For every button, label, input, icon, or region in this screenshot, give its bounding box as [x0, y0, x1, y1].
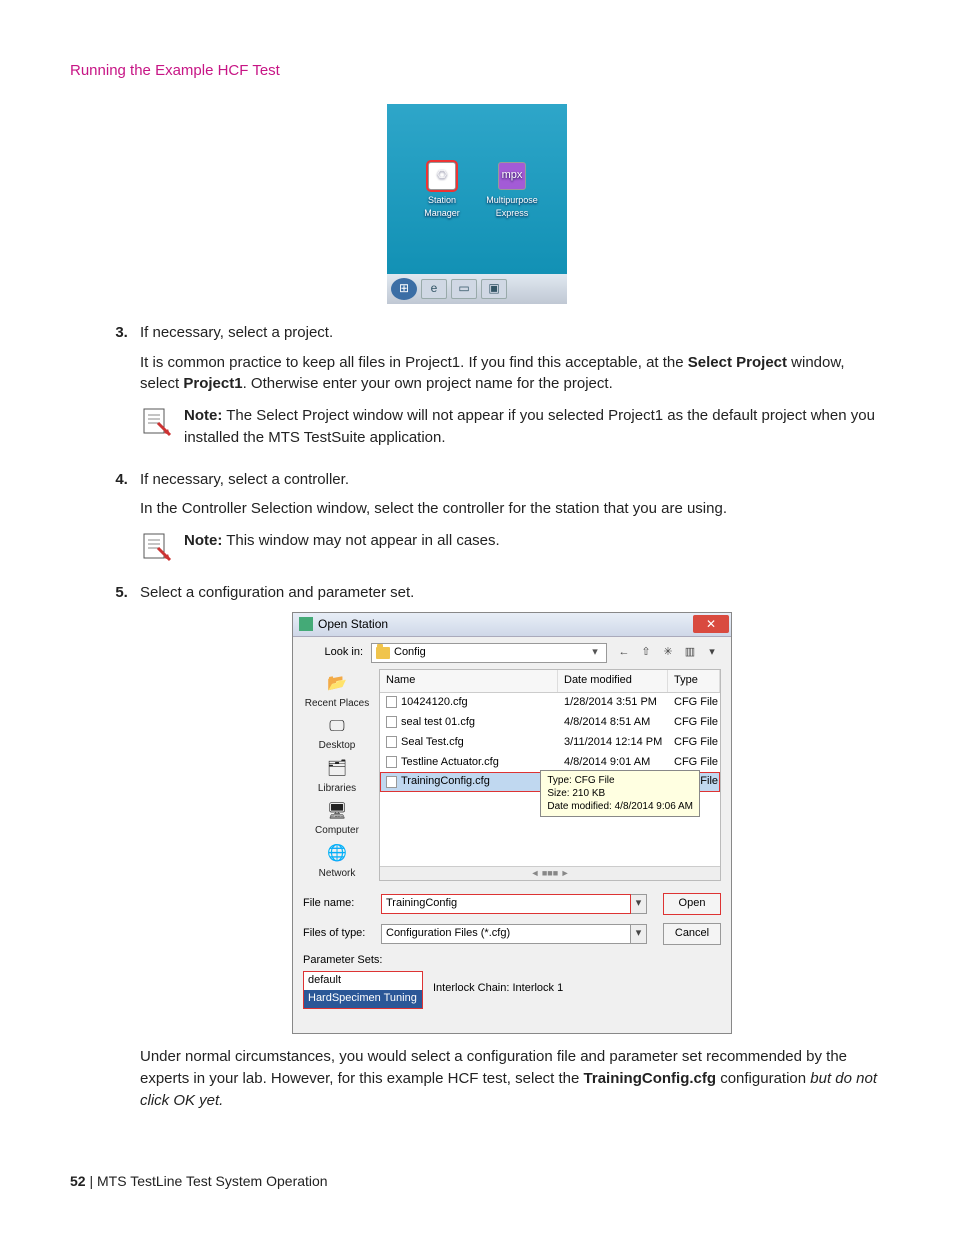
file-row[interactable]: 10424120.cfg1/28/2014 3:51 PMCFG File: [380, 693, 720, 713]
chevron-down-icon[interactable]: ▾: [631, 894, 647, 914]
step-title: If necessary, select a project.: [140, 324, 333, 341]
places-bar: 📂Recent Places 🖵Desktop 🗂Libraries 🖥Comp…: [303, 669, 371, 882]
desktop-screenshot: ⎔ Station Manager mpx Multipurpose Expre…: [387, 104, 567, 304]
file-icon: [386, 776, 397, 788]
nav-viewmenu-icon[interactable]: ▥: [681, 644, 699, 662]
place-network[interactable]: 🌐Network: [319, 843, 356, 882]
chevron-down-icon[interactable]: ▾: [703, 644, 721, 662]
taskbar-media-icon[interactable]: ▣: [481, 279, 507, 299]
folder-icon: [376, 647, 390, 659]
col-header-type[interactable]: Type: [668, 670, 720, 692]
step-4: If necessary, select a controller. In th…: [132, 469, 884, 563]
step-3: If necessary, select a project. It is co…: [132, 322, 884, 449]
file-icon: [386, 756, 397, 768]
desktop-icon-station-manager[interactable]: ⎔ Station Manager: [414, 162, 470, 220]
chevron-down-icon[interactable]: ▾: [631, 924, 647, 944]
step-5: Select a configuration and parameter set…: [132, 582, 884, 1111]
horizontal-scrollbar[interactable]: ◄ ■■■ ►: [380, 866, 720, 880]
file-icon: [386, 696, 397, 708]
dialog-title: Open Station: [318, 616, 693, 633]
place-desktop[interactable]: 🖵Desktop: [319, 715, 356, 754]
open-station-dialog: Open Station ✕ Look in: Config ▾ ← ⇧ ✳ ▥: [292, 612, 732, 1034]
station-manager-icon: ⎔: [428, 162, 456, 190]
desktop-place-icon: 🖵: [323, 715, 351, 737]
desktop-icon-multipurpose-express[interactable]: mpx Multipurpose Express: [484, 162, 540, 220]
step-paragraph: It is common practice to keep all files …: [140, 352, 884, 396]
note-block: Note: The Select Project window will not…: [140, 405, 884, 449]
nav-up-icon[interactable]: ⇧: [637, 644, 655, 662]
section-title: Running the Example HCF Test: [70, 60, 884, 82]
note-icon: [140, 405, 172, 437]
lookin-label: Look in:: [303, 645, 363, 661]
file-icon: [386, 716, 397, 728]
file-row[interactable]: seal test 01.cfg4/8/2014 8:51 AMCFG File: [380, 713, 720, 733]
step-paragraph: In the Controller Selection window, sele…: [140, 498, 884, 520]
book-title: MTS TestLine Test System Operation: [97, 1173, 328, 1189]
taskbar: ⊞ e ▭ ▣: [387, 274, 567, 304]
taskbar-explorer-icon[interactable]: ▭: [451, 279, 477, 299]
filetype-label: Files of type:: [303, 926, 373, 942]
file-list: Name Date modified Type 10424120.cfg1/28…: [379, 669, 721, 882]
place-libraries[interactable]: 🗂Libraries: [318, 758, 356, 797]
note-icon: [140, 530, 172, 562]
page-number: 52: [70, 1173, 86, 1189]
lookin-dropdown[interactable]: Config ▾: [371, 643, 607, 663]
taskbar-ie-icon[interactable]: e: [421, 279, 447, 299]
note-text: Note: This window may not appear in all …: [184, 530, 500, 552]
dialog-titlebar: Open Station ✕: [293, 613, 731, 637]
col-header-name[interactable]: Name: [380, 670, 558, 692]
computer-icon: 🖥: [323, 800, 351, 822]
recent-places-icon: 📂: [323, 673, 351, 695]
file-tooltip: Type: CFG File Size: 210 KB Date modifie…: [540, 770, 700, 817]
step-title: If necessary, select a controller.: [140, 471, 349, 488]
file-icon: [386, 736, 397, 748]
libraries-icon: 🗂: [323, 758, 351, 780]
file-row[interactable]: Seal Test.cfg3/11/2014 12:14 PMCFG File: [380, 733, 720, 753]
network-icon: 🌐: [323, 843, 351, 865]
note-text: Note: The Select Project window will not…: [184, 405, 884, 449]
page-footer: 52 | MTS TestLine Test System Operation: [70, 1171, 884, 1191]
filetype-dropdown[interactable]: Configuration Files (*.cfg): [381, 924, 631, 944]
nav-back-icon[interactable]: ←: [615, 644, 633, 662]
nav-newfolder-icon[interactable]: ✳: [659, 644, 677, 662]
col-header-date[interactable]: Date modified: [558, 670, 668, 692]
close-icon: ✕: [706, 616, 716, 633]
param-option-hardspecimen[interactable]: HardSpecimen Tuning: [304, 990, 422, 1008]
step-title: Select a configuration and parameter set…: [140, 584, 414, 601]
chevron-down-icon: ▾: [588, 645, 602, 661]
filename-label: File name:: [303, 896, 373, 912]
lookin-value: Config: [394, 645, 426, 661]
desktop-icon-label: Station Manager: [414, 194, 470, 220]
dialog-app-icon: [299, 617, 313, 631]
filename-input[interactable]: TrainingConfig: [381, 894, 631, 914]
cancel-button[interactable]: Cancel: [663, 923, 721, 945]
start-button-icon[interactable]: ⊞: [391, 278, 417, 300]
place-computer[interactable]: 🖥Computer: [315, 800, 359, 839]
step-paragraph: Under normal circumstances, you would se…: [140, 1046, 884, 1111]
multipurpose-express-icon: mpx: [498, 162, 526, 190]
desktop-icon-label: Multipurpose Express: [484, 194, 540, 220]
parameter-sets-list[interactable]: default HardSpecimen Tuning: [303, 971, 423, 1009]
param-option-default[interactable]: default: [304, 972, 422, 990]
note-block: Note: This window may not appear in all …: [140, 530, 884, 562]
parameter-sets-label: Parameter Sets:: [303, 953, 721, 969]
open-button[interactable]: Open: [663, 893, 721, 915]
close-button[interactable]: ✕: [693, 615, 729, 633]
interlock-chain-label: Interlock Chain: Interlock 1: [433, 981, 563, 997]
place-recent[interactable]: 📂Recent Places: [305, 673, 369, 712]
